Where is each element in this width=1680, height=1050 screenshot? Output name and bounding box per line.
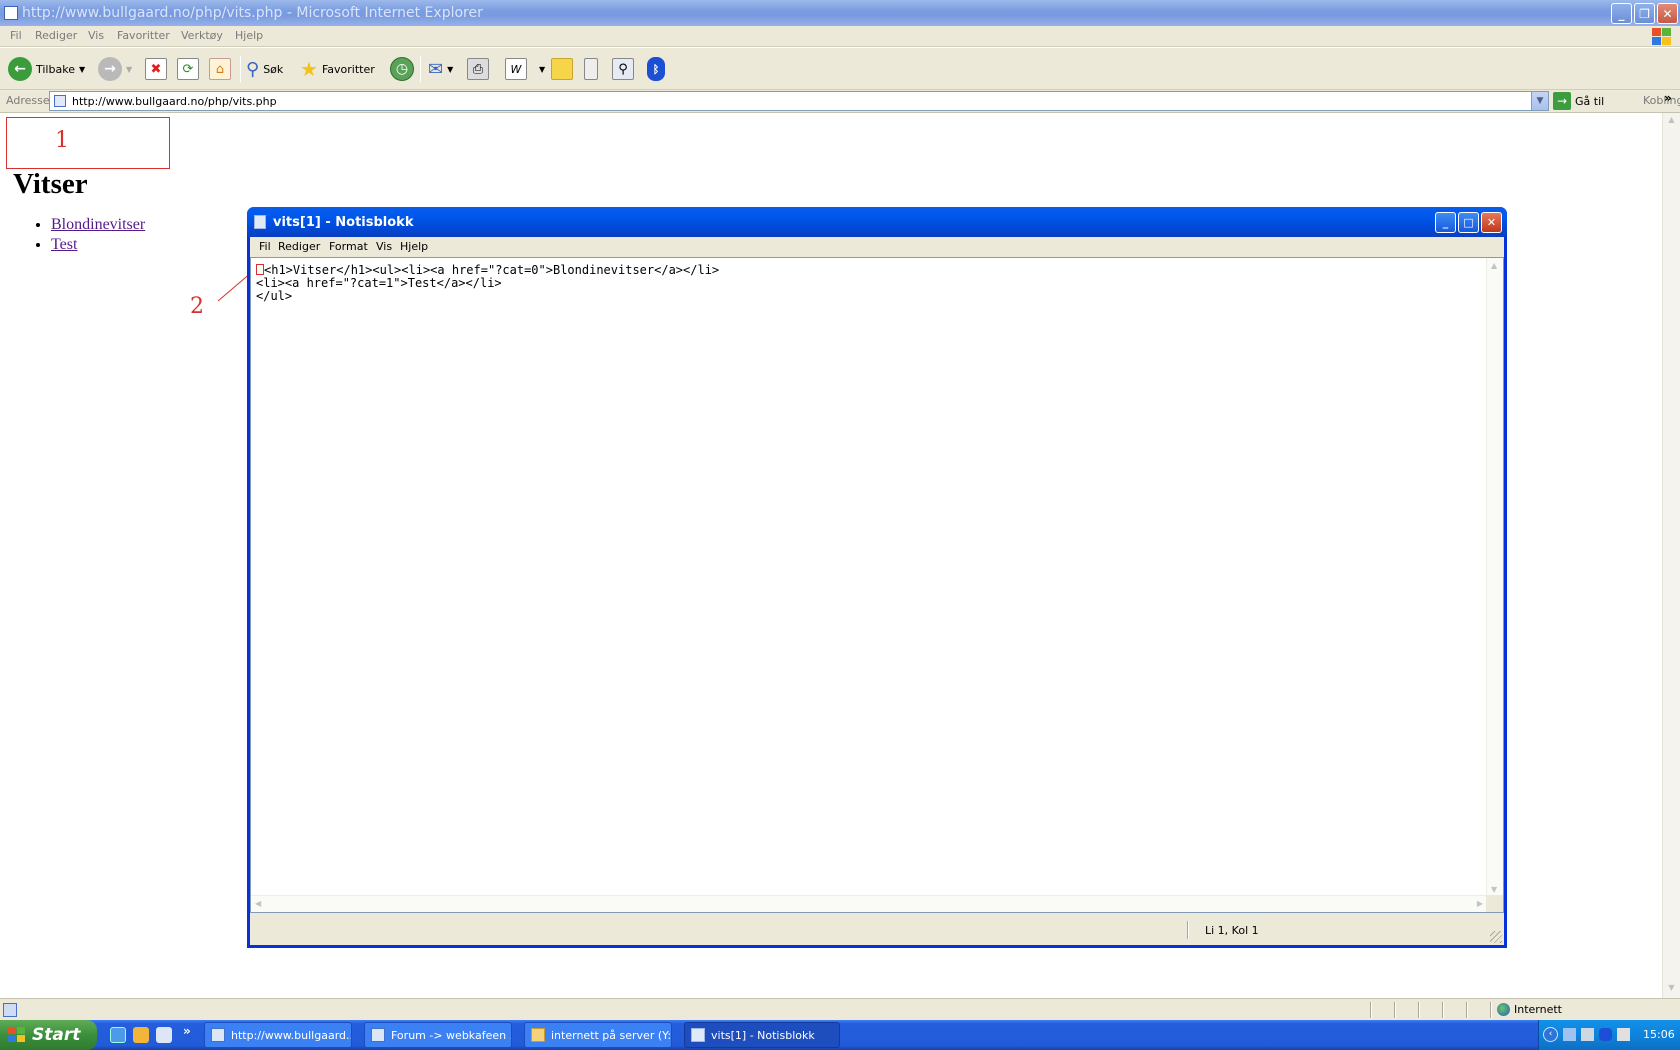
bluetooth-icon: ᛒ: [647, 57, 665, 81]
system-tray: ‹ 15:06: [1538, 1020, 1680, 1050]
np-scroll-down-icon[interactable]: ▼: [1491, 885, 1497, 894]
globe-icon: [1497, 1003, 1510, 1016]
np-scroll-right-icon[interactable]: ▶: [1477, 899, 1483, 908]
scroll-corner: [1486, 895, 1503, 912]
notepad-minimize-button[interactable]: _: [1435, 212, 1456, 233]
task-label: http://www.bullgaard...: [231, 1028, 352, 1042]
word-icon: W: [505, 58, 527, 80]
search-label: Søk: [263, 62, 284, 76]
text-line-2: <li><a href="?cat=1">Test</a></li>: [256, 276, 502, 290]
mobile-icon: [584, 58, 598, 80]
links-label[interactable]: Koblinger: [1643, 94, 1680, 107]
go-label: Gå til: [1575, 94, 1605, 108]
quicklaunch-ie-icon[interactable]: [110, 1027, 126, 1043]
favorites-label: Favoritter: [321, 62, 375, 76]
messenger-button[interactable]: [584, 54, 598, 84]
task-label: Forum -> webkafeen ...: [391, 1028, 512, 1042]
research-button[interactable]: ⚲: [612, 54, 634, 84]
folder-icon: [531, 1028, 545, 1042]
mail-button[interactable]: ✉ ▼: [428, 54, 453, 84]
go-button[interactable]: → Gå til: [1553, 92, 1604, 110]
np-menu-hjelp[interactable]: Hjelp: [400, 240, 428, 253]
text-line-3: </ul>: [256, 289, 293, 303]
ie-page-icon: [371, 1028, 385, 1042]
notes-button[interactable]: [551, 54, 573, 84]
quicklaunch-outlook-icon[interactable]: [133, 1027, 149, 1043]
np-menu-vis[interactable]: Vis: [376, 240, 392, 253]
notepad-icon: [691, 1028, 705, 1042]
windows-logo-icon: [1650, 27, 1672, 46]
windows-flag-icon: [8, 1027, 26, 1043]
scroll-up-icon[interactable]: ▲: [1665, 115, 1678, 128]
np-menu-fil[interactable]: Fil: [259, 240, 271, 253]
research-icon: ⚲: [612, 58, 634, 80]
star-icon: ★: [300, 57, 318, 81]
quicklaunch-more-icon[interactable]: »: [183, 1024, 191, 1038]
np-scroll-left-icon[interactable]: ◀: [255, 899, 261, 908]
print-button[interactable]: ⎙: [467, 54, 489, 84]
history-icon: ◷: [390, 57, 414, 81]
notepad-icon: [254, 215, 266, 229]
mail-icon: ✉: [428, 58, 444, 80]
np-scroll-up-icon[interactable]: ▲: [1491, 261, 1497, 270]
tray-app-icon[interactable]: [1617, 1028, 1630, 1041]
notepad-horizontal-scrollbar[interactable]: ◀ ▶: [251, 895, 1487, 912]
notepad-close-button[interactable]: ✕: [1481, 212, 1502, 233]
status-page-icon: [3, 1003, 17, 1017]
clock: 15:06: [1643, 1028, 1675, 1041]
restore-button[interactable]: ❐: [1634, 3, 1655, 24]
tray-expand-icon[interactable]: ‹: [1543, 1027, 1558, 1042]
network-icon[interactable]: [1563, 1028, 1576, 1041]
task-notepad[interactable]: vits[1] - Notisblokk: [684, 1022, 840, 1048]
task-label: vits[1] - Notisblokk: [711, 1028, 815, 1042]
cursor-position: Li 1, Kol 1: [1205, 924, 1259, 937]
mail-dropdown-icon[interactable]: ▼: [447, 65, 453, 74]
close-button[interactable]: ✕: [1657, 3, 1678, 24]
resize-grip-icon[interactable]: [1490, 931, 1502, 943]
minimize-button[interactable]: _: [1611, 3, 1632, 24]
zone-label: Internett: [1514, 1003, 1562, 1016]
task-forum[interactable]: Forum -> webkafeen ...: [364, 1022, 512, 1048]
volume-icon[interactable]: [1581, 1028, 1594, 1041]
quicklaunch-desktop-icon[interactable]: [156, 1027, 172, 1043]
bluetooth-button[interactable]: ᛒ: [647, 54, 665, 84]
text-line-1: <h1>Vitser</h1><ul><li><a href="?cat=0">…: [264, 263, 720, 277]
bom-marker-annotation: [256, 264, 264, 275]
security-zone: Internett: [1497, 1003, 1562, 1016]
favorites-button[interactable]: ★ Favoritter: [300, 54, 375, 84]
history-button[interactable]: ◷: [390, 54, 414, 84]
task-folder[interactable]: internett på server (Y:): [524, 1022, 672, 1048]
notepad-content[interactable]: <h1>Vitser</h1><ul><li><a href="?cat=0">…: [256, 264, 719, 303]
note-icon: [551, 58, 573, 80]
task-label: internett på server (Y:): [551, 1028, 672, 1042]
notepad-maximize-button[interactable]: □: [1458, 212, 1479, 233]
taskbar: Start » http://www.bullgaard... Forum ->…: [0, 1020, 1680, 1050]
task-ie-bullgaard[interactable]: http://www.bullgaard...: [204, 1022, 352, 1048]
notepad-menu-bar: Fil Rediger Format Vis Hjelp: [250, 237, 1504, 257]
ie-page-icon: [211, 1028, 225, 1042]
start-button[interactable]: Start: [0, 1020, 97, 1050]
address-dropdown-icon[interactable]: ▼: [1531, 92, 1548, 110]
notepad-text-area[interactable]: <h1>Vitser</h1><ul><li><a href="?cat=0">…: [250, 257, 1504, 913]
go-arrow-icon: →: [1553, 92, 1571, 110]
scroll-down-icon[interactable]: ▼: [1665, 983, 1678, 996]
edit-button[interactable]: W ▼: [505, 54, 545, 84]
ie-status-bar: Internett: [0, 998, 1680, 1020]
np-menu-format[interactable]: Format: [329, 240, 368, 253]
notepad-title-bar[interactable]: vits[1] - Notisblokk _ □ ✕: [247, 207, 1507, 237]
address-input[interactable]: http://www.bullgaard.no/php/vits.php ▼: [49, 91, 1549, 111]
printer-icon: ⎙: [467, 58, 489, 80]
np-menu-rediger[interactable]: Rediger: [278, 240, 320, 253]
annotation-pointer-line: [217, 271, 253, 302]
ie-vertical-scrollbar[interactable]: ▲ ▼: [1662, 113, 1680, 998]
edit-dropdown-icon[interactable]: ▼: [539, 65, 545, 74]
links-chevron-icon[interactable]: »: [1664, 91, 1672, 105]
notepad-title: vits[1] - Notisblokk: [273, 215, 414, 230]
notepad-status-bar: Li 1, Kol 1: [250, 913, 1504, 945]
start-label: Start: [32, 1025, 81, 1045]
notepad-vertical-scrollbar[interactable]: ▲ ▼: [1486, 258, 1503, 897]
notepad-window: vits[1] - Notisblokk _ □ ✕ Fil Rediger F…: [247, 207, 1507, 948]
bluetooth-tray-icon[interactable]: [1599, 1028, 1612, 1041]
